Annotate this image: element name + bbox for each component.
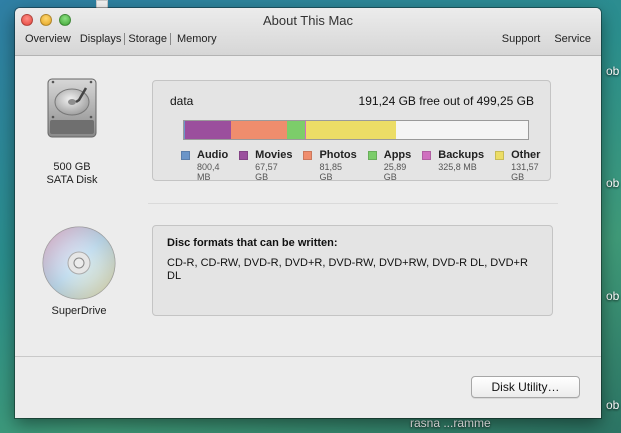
section-divider bbox=[148, 203, 558, 204]
legend-name: Other bbox=[511, 149, 541, 161]
legend-swatch bbox=[239, 150, 249, 160]
volume-free-space: 191,24 GB free out of 499,25 GB bbox=[358, 94, 534, 108]
legend-row: Other bbox=[495, 149, 540, 161]
disc-formats-heading: Disc formats that can be written: bbox=[167, 237, 338, 249]
legend-swatch bbox=[303, 150, 313, 160]
usage-segment-photos bbox=[231, 121, 288, 139]
legend-row: Apps bbox=[367, 149, 412, 161]
legend-name: Audio bbox=[197, 149, 229, 161]
legend-item: Apps 25,89 GB bbox=[367, 149, 412, 182]
hard-disk-icon bbox=[47, 78, 97, 138]
disk-size-label: 500 GB bbox=[53, 161, 91, 173]
legend-name: Movies bbox=[255, 149, 293, 161]
volume-name: data bbox=[170, 94, 194, 108]
about-this-mac-window: About This Mac Overview Displays Storage… bbox=[15, 8, 601, 418]
legend-swatch bbox=[181, 150, 190, 160]
usage-segment-other bbox=[305, 121, 397, 139]
disk-type-label: SATA Disk bbox=[46, 174, 98, 186]
tab-bar: Overview Displays Storage Memory bbox=[25, 33, 226, 45]
legend-item: Other 131,57 GB bbox=[495, 149, 540, 182]
support-link[interactable]: Support bbox=[502, 33, 541, 45]
disk-label: 500 GB SATA Disk bbox=[37, 161, 107, 187]
legend-item: Backups 325,8 MB bbox=[422, 149, 484, 182]
window-title: About This Mac bbox=[262, 13, 354, 28]
disk-usage-panel: data 191,24 GB free out of 499,25 GB Aud… bbox=[152, 80, 551, 182]
tab-overview[interactable]: Overview bbox=[25, 33, 71, 45]
legend-row: Photos bbox=[303, 149, 357, 161]
legend-size: 67,57 GB bbox=[255, 162, 278, 182]
legend-item: Photos 81,85 GB bbox=[303, 149, 357, 182]
desktop-label[interactable]: ob bbox=[606, 64, 619, 78]
legend-row: Backups bbox=[422, 149, 484, 161]
storage-legend: Audio 800,4 MB Movies 67,57 GB Photos 81,85 G… bbox=[181, 149, 551, 182]
legend-size: 131,57 GB bbox=[511, 162, 539, 182]
legend-name: Apps bbox=[383, 149, 412, 161]
disc-formats-panel: Disc formats that can be written: CD-R, … bbox=[152, 225, 553, 316]
superdrive-label: SuperDrive bbox=[51, 305, 107, 317]
legend-item: Movies 67,57 GB bbox=[239, 149, 292, 182]
usage-segment-apps bbox=[287, 121, 306, 139]
optical-disc-icon bbox=[42, 226, 116, 300]
legend-size: 25,89 GB bbox=[383, 162, 407, 182]
legend-item: Audio 800,4 MB bbox=[181, 149, 228, 182]
storage-pane: 500 GB SATA Disk data 191,24 GB free out… bbox=[15, 57, 601, 418]
tab-displays[interactable]: Displays bbox=[80, 33, 122, 45]
legend-row: Movies bbox=[239, 149, 292, 161]
desktop-label[interactable]: ob bbox=[606, 176, 619, 190]
desktop-label[interactable]: ob bbox=[606, 398, 619, 412]
service-link[interactable]: Service bbox=[554, 33, 591, 45]
legend-size: 800,4 MB bbox=[197, 162, 220, 182]
usage-segment-movies bbox=[184, 121, 232, 139]
storage-usage-bar bbox=[183, 120, 529, 140]
usage-segment-free bbox=[396, 121, 528, 139]
legend-row: Audio bbox=[181, 149, 228, 161]
legend-swatch bbox=[495, 150, 505, 160]
tab-memory[interactable]: Memory bbox=[177, 33, 217, 45]
tab-storage[interactable]: Storage bbox=[124, 33, 171, 45]
disc-formats-list: CD-R, CD-RW, DVD-R, DVD+R, DVD-RW, DVD+R… bbox=[167, 257, 528, 282]
legend-swatch bbox=[422, 150, 432, 160]
desktop-label[interactable]: ob bbox=[606, 289, 619, 303]
footer-separator bbox=[15, 356, 601, 357]
disk-utility-button[interactable]: Disk Utility… bbox=[471, 376, 580, 398]
legend-swatch bbox=[367, 150, 377, 160]
legend-size: 325,8 MB bbox=[438, 162, 477, 172]
title-bar[interactable]: About This Mac Overview Displays Storage… bbox=[15, 8, 601, 56]
legend-name: Photos bbox=[319, 149, 357, 161]
legend-name: Backups bbox=[438, 149, 485, 161]
legend-size: 81,85 GB bbox=[319, 162, 342, 182]
desktop-label[interactable]: rasna ...ramme bbox=[410, 416, 491, 430]
support-links: Support Service bbox=[488, 33, 591, 45]
